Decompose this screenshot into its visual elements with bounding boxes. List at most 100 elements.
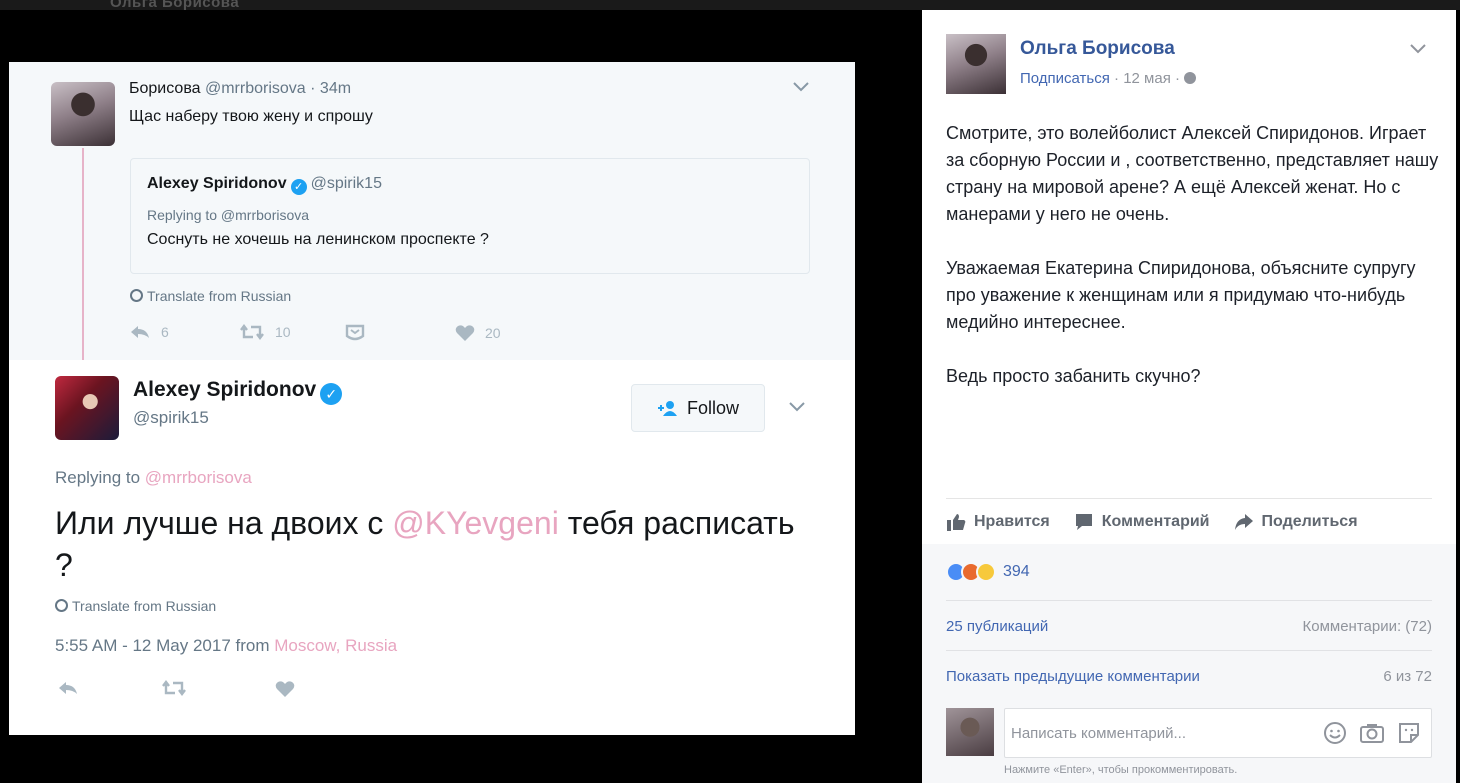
reply-button[interactable]: 6 — [129, 324, 169, 340]
like-button[interactable] — [275, 680, 295, 698]
add-user-icon — [657, 401, 677, 416]
post-body: Смотрите, это волейболист Алексей Спирид… — [946, 120, 1442, 417]
comment-hint: Нажмите «Enter», чтобы прокомментировать… — [1004, 764, 1238, 776]
author-name-text: Alexey Spiridonov — [133, 378, 317, 401]
translate-label: Translate from Russian — [147, 288, 292, 304]
author-handle[interactable]: @mrrborisova — [205, 80, 306, 97]
tweet-timestamp: 5:55 AM - 12 May 2017 from Moscow, Russi… — [55, 636, 397, 656]
retweet-button[interactable] — [161, 680, 187, 696]
translate-link[interactable]: Translate from Russian — [55, 598, 216, 614]
author-name[interactable]: Ольга Борисова — [1020, 38, 1175, 60]
replying-handle-link[interactable]: @mrrborisova — [145, 468, 252, 487]
reactions-summary[interactable]: 394 — [946, 562, 1030, 582]
author-name[interactable]: Alexey Spiridonov ✓ — [133, 378, 343, 405]
post-actions: Нравится Комментарий Поделиться — [946, 498, 1432, 544]
tweet-text: Или лучше на двоих с @KYevgeni тебя расп… — [55, 502, 795, 586]
like-button[interactable]: Нравится — [946, 513, 1050, 531]
post-date[interactable]: · 12 мая · — [1114, 70, 1180, 87]
quoted-author: Alexey Spiridonov ✓ @spirik15 — [147, 175, 382, 195]
avatar[interactable] — [55, 376, 119, 440]
camera-icon[interactable] — [1359, 721, 1385, 745]
comment-tools — [1323, 721, 1421, 745]
comment-box — [1004, 708, 1432, 758]
heart-icon — [275, 681, 295, 697]
thumbs-up-icon — [947, 513, 966, 531]
globe-icon — [55, 599, 68, 612]
post-meta: Подписаться · 12 мая · — [1020, 70, 1197, 87]
retweet-button[interactable]: 10 — [239, 324, 291, 340]
comment-icon — [1075, 513, 1092, 530]
location-link[interactable]: Moscow, Russia — [274, 636, 397, 655]
follow-button[interactable]: Follow — [631, 384, 765, 432]
emoji-icon[interactable] — [1323, 721, 1347, 745]
follow-label: Follow — [686, 397, 739, 418]
post-stats: 25 публикаций Комментарии: (72) — [946, 618, 1432, 635]
divider — [946, 600, 1432, 601]
reply-icon — [131, 326, 149, 338]
reply-count: 6 — [161, 324, 169, 340]
chevron-down-icon[interactable] — [793, 82, 809, 92]
like-label: Нравится — [974, 512, 1050, 530]
reply-tweet[interactable]: Борисова @mrrborisova · 34m Щас наберу т… — [9, 62, 855, 360]
avatar — [946, 708, 994, 756]
author-handle[interactable]: @spirik15 — [133, 408, 209, 428]
post-paragraph: Ведь просто забанить скучно? — [946, 366, 1201, 386]
tweet-text-start: Или лучше на двоих с — [55, 505, 384, 541]
chevron-down-icon[interactable] — [1410, 44, 1426, 54]
avatar[interactable] — [51, 82, 115, 146]
reply-tweet-header: Борисова @mrrborisova · 34m — [129, 80, 351, 98]
share-icon — [1234, 513, 1253, 530]
verified-icon: ✓ — [320, 383, 343, 405]
retweet-icon — [162, 680, 186, 696]
translate-link[interactable]: Translate from Russian — [130, 288, 291, 304]
show-previous-comments-link[interactable]: Показать предыдущие комментарии — [946, 668, 1200, 685]
sticker-icon[interactable] — [1397, 721, 1421, 745]
tweet-actions: 6 10 20 — [129, 324, 549, 348]
share-button[interactable]: Поделиться — [1234, 513, 1358, 531]
mention-link[interactable]: @KYevgeni — [392, 505, 559, 541]
retweet-icon — [240, 324, 264, 340]
share-label: Поделиться — [1261, 512, 1358, 530]
subscribe-link[interactable]: Подписаться — [1020, 70, 1110, 87]
previous-comments-row: Показать предыдущие комментарии 6 из 72 — [946, 668, 1432, 685]
author-name[interactable]: Борисова — [129, 80, 201, 97]
comments-count[interactable]: Комментарии: (72) — [1303, 618, 1433, 635]
thread-line — [82, 148, 84, 370]
tweet-text: Щас наберу твою жену и спрошу — [129, 108, 373, 125]
replying-to: Replying to @mrrborisova — [55, 468, 252, 488]
comments-section: 394 25 публикаций Комментарии: (72) Пока… — [922, 544, 1456, 783]
tweet-time[interactable]: · 34m — [310, 80, 351, 97]
shares-link[interactable]: 25 публикаций — [946, 618, 1048, 635]
reply-button[interactable] — [57, 680, 79, 696]
chevron-down-icon[interactable] — [789, 402, 805, 412]
like-button[interactable]: 20 — [455, 324, 501, 342]
comments-shown-count: 6 из 72 — [1383, 668, 1432, 685]
retweet-count: 10 — [275, 324, 291, 340]
globe-icon — [1184, 72, 1197, 84]
background-window-strip: Ольга Борисова — [0, 0, 1460, 11]
main-tweet: Alexey Spiridonov ✓ @spirik15 Follow Repl… — [9, 360, 855, 735]
quoted-author-name: Alexey Spiridonov — [147, 175, 287, 192]
verified-icon: ✓ — [290, 179, 307, 195]
reactions-count: 394 — [1003, 563, 1030, 580]
facebook-post: Ольга Борисова Подписаться · 12 мая · См… — [922, 10, 1456, 783]
quoted-tweet[interactable]: Alexey Spiridonov ✓ @spirik15 Replying to … — [130, 158, 810, 274]
timestamp-text[interactable]: 5:55 AM - 12 May 2017 from — [55, 636, 270, 655]
comment-button[interactable]: Комментарий — [1074, 513, 1210, 531]
comment-label: Комментарий — [1101, 512, 1210, 530]
comment-input[interactable] — [1005, 709, 1305, 757]
envelope-icon — [345, 324, 365, 341]
quoted-replying-to: Replying to @mrrborisova — [147, 207, 310, 223]
translate-label: Translate from Russian — [72, 598, 217, 614]
post-paragraph: Смотрите, это волейболист Алексей Спирид… — [946, 123, 1439, 224]
avatar[interactable] — [946, 34, 1006, 94]
reply-icon — [59, 682, 77, 694]
heart-icon — [455, 325, 475, 341]
dm-button[interactable] — [345, 324, 365, 342]
background-title: Ольга Борисова — [110, 0, 240, 11]
tweet-actions — [55, 680, 315, 704]
haha-reaction-icon — [976, 562, 996, 582]
post-paragraph: Уважаемая Екатерина Спиридонова, объясни… — [946, 258, 1416, 332]
divider — [946, 650, 1432, 651]
quoted-author-handle: @spirik15 — [310, 175, 382, 192]
